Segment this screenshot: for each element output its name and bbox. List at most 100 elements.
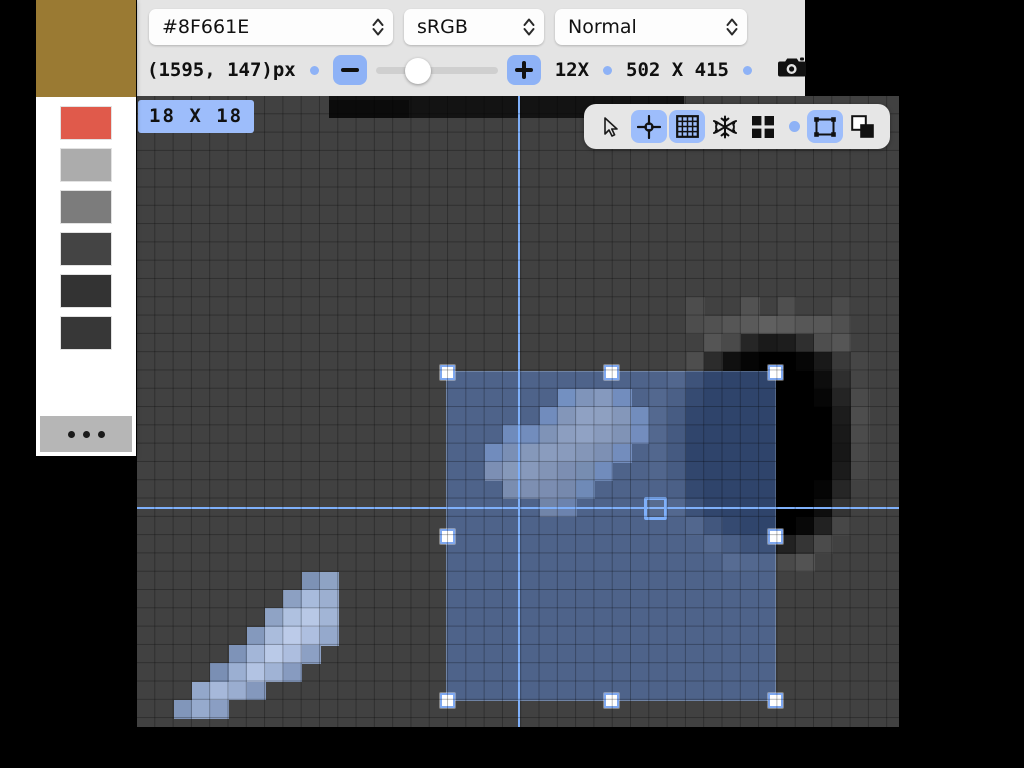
pixel-block [759,333,779,353]
four-squares-icon [752,115,774,138]
pixel-block [777,443,797,463]
selection-handle[interactable] [439,364,455,380]
dot-icon [788,121,800,132]
marquee-tool[interactable] [807,110,843,143]
selection-handle[interactable] [767,692,783,708]
pixel-block [814,425,833,445]
swatch-mid-gray[interactable] [60,190,112,224]
pixel-block [777,297,797,317]
selection-handle[interactable] [439,528,455,544]
selection-handle[interactable] [603,364,619,380]
pixel-block [722,352,742,372]
pixel-block [777,480,797,500]
current-color-swatch[interactable] [36,0,136,97]
pixel-block [814,462,833,481]
pixel-block [795,516,815,536]
color-space-select[interactable]: sRGB [404,9,544,45]
pixel-block [814,535,833,555]
zoom-slider[interactable] [375,55,498,85]
pixel-block [777,388,797,408]
pixel-block [777,425,797,445]
selection-size-badge: 18 X 18 [138,100,255,133]
selection-rectangle[interactable] [439,364,783,708]
grid-tool[interactable] [669,110,705,143]
color-swatch-sidebar [36,0,136,456]
pixel-block [777,553,797,573]
chevron-updown-icon [357,16,385,38]
more-options-button[interactable] [40,416,132,452]
dot-separator [743,65,752,75]
snap-tool[interactable] [707,110,743,143]
selection-handle[interactable] [767,364,783,380]
pixel-block [704,352,724,372]
pixel-block [795,535,815,555]
pixel-block [301,608,321,628]
pixel-block [795,370,815,390]
chevron-updown-icon [711,16,739,38]
pixel-block [814,352,833,372]
dot-separator [783,110,805,143]
hex-color-select[interactable]: #8F661E [149,9,393,45]
pixel-block [722,315,742,335]
pixel-block [832,462,852,481]
top-toolbar: #8F661E sRGB Normal (1595, 147)px 12X 50… [137,0,806,96]
zoom-slider-thumb[interactable] [404,58,431,84]
pixel-block [795,407,815,426]
swatch-darker-gray[interactable] [60,274,112,308]
swatch-light-gray[interactable] [60,148,112,182]
swatch-list [36,106,136,358]
snowflake-icon [713,115,737,139]
pixel-block [795,480,815,500]
pixel-block [795,315,815,335]
pixel-block [210,681,230,701]
pixel-block [832,443,852,463]
pixel-canvas[interactable] [137,96,899,727]
pixel-block [795,352,815,372]
pixel-block [320,571,339,591]
selection-handle[interactable] [603,692,619,708]
selection-handle[interactable] [439,692,455,708]
cursor-arrow-icon [603,116,619,137]
cursor-pixel-box [644,497,667,520]
pointer-tool[interactable] [593,110,629,143]
camera-icon[interactable] [778,56,806,84]
pixel-block [704,315,724,335]
pixel-block [777,315,797,335]
pixel-block [759,315,779,335]
pixel-block [850,370,870,390]
zoom-slider-track [375,67,498,74]
zoom-out-button[interactable] [332,55,367,85]
pixel-block [795,425,815,445]
swatch-dark-gray[interactable] [60,232,112,266]
swatch-red[interactable] [60,106,112,140]
pixel-block [173,699,193,719]
grid-icon [675,115,699,138]
pixel-block [210,699,230,719]
crosshair-icon [637,114,661,139]
layers-icon [851,114,875,139]
swatch-darkest[interactable] [60,316,112,350]
pixel-block [686,315,705,335]
pixel-block [740,333,760,353]
pixel-block [265,626,284,646]
pixel-block [795,333,815,353]
plus-icon [514,61,533,79]
pixel-block [704,333,724,353]
zoom-in-button[interactable] [506,55,541,85]
pixel-block [740,315,760,335]
toolbar-row-selects: #8F661E sRGB Normal [137,9,747,45]
pixel-block [667,352,687,372]
selection-handle[interactable] [767,528,783,544]
pixel-block [814,516,833,536]
pixel-block [777,333,797,353]
pixel-block [228,663,248,683]
pixel-block [686,297,705,317]
zoom-level-readout: 12X [554,59,590,81]
layers-tool[interactable] [845,110,881,143]
crosshair-tool[interactable] [631,110,667,143]
pixel-block [320,608,339,628]
tiles-tool[interactable] [745,110,781,143]
blend-mode-select[interactable]: Normal [555,9,747,45]
pixel-block [850,388,870,408]
pixel-block [246,645,266,664]
